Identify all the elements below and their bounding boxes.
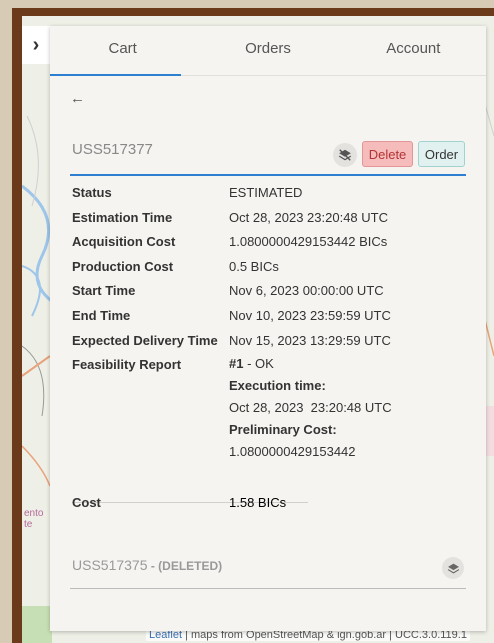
preliminary-cost-label: Preliminary Cost: <box>229 422 337 438</box>
detail-row: Expected Delivery Time Nov 15, 2023 13:2… <box>72 329 468 354</box>
execution-time-label: Execution time: <box>229 378 326 394</box>
toggle-layer-button[interactable] <box>333 143 357 167</box>
preliminary-cost-value: 1.0800000429153442 <box>229 444 356 460</box>
tab-bar: Cart Orders Account <box>50 26 486 76</box>
detail-value: 1.0800000429153442 BICs <box>229 234 388 250</box>
cost-value: 1.58 BICs <box>229 495 287 510</box>
show-layer-button[interactable] <box>442 557 464 579</box>
deleted-item-id: USS517375 - (DELETED) <box>72 557 222 573</box>
item-id: USS517377 <box>72 141 153 158</box>
detail-key: End Time <box>72 307 131 323</box>
layers-icon <box>447 563 459 573</box>
back-button[interactable]: ← <box>70 90 85 107</box>
deleted-tag: - (DELETED) <box>147 559 223 573</box>
cost-label: Cost <box>72 495 101 510</box>
deleted-cart-item[interactable]: USS517375 - (DELETED) <box>70 551 466 589</box>
detail-key: Production Cost <box>72 258 174 274</box>
active-tab-indicator <box>50 74 181 76</box>
panel-collapse-button[interactable]: › <box>22 26 50 64</box>
detail-key: Feasibility Report <box>72 357 182 373</box>
deleted-item-code: USS517375 <box>72 557 148 573</box>
detail-key: Status <box>72 185 112 200</box>
detail-value: Nov 6, 2023 00:00:00 UTC <box>229 283 384 299</box>
tab-orders[interactable]: Orders <box>195 26 340 75</box>
detail-key: Expected Delivery Time <box>72 332 218 348</box>
detail-value: Nov 15, 2023 13:29:59 UTC <box>229 332 391 348</box>
execution-time-value: Oct 28, 2023 23:20:48 UTC <box>229 400 392 416</box>
detail-row: Status ESTIMATED <box>72 181 468 206</box>
detail-value: Nov 10, 2023 23:59:59 UTC <box>229 307 391 323</box>
detail-key: Acquisition Cost <box>72 234 176 250</box>
detail-row: Estimation Time Oct 28, 2023 23:20:48 UT… <box>72 206 468 231</box>
feasibility-report: #1 - OK Execution time: Oct 28, 2023 23:… <box>229 353 468 463</box>
detail-value: Oct 28, 2023 23:20:48 UTC <box>229 209 388 225</box>
tab-account[interactable]: Account <box>341 26 486 75</box>
order-button[interactable]: Order <box>418 141 465 167</box>
back-arrow-icon: ← <box>70 90 85 107</box>
detail-row: Acquisition Cost 1.0800000429153442 BICs <box>72 230 468 255</box>
chevron-right-icon: › <box>32 33 40 56</box>
feasibility-status: #1 - OK <box>229 353 468 375</box>
cost-row: Cost 1.58 BICs <box>72 491 468 515</box>
detail-value: ESTIMATED <box>229 185 303 200</box>
detail-key: Estimation Time <box>72 209 173 225</box>
cart-item-header: USS517377 Delete Order <box>70 138 466 176</box>
feasibility-number: #1 <box>229 356 244 372</box>
feasibility-row: Feasibility Report #1 - OK Execution tim… <box>72 353 468 463</box>
detail-row: Production Cost 0.5 BICs <box>72 255 468 280</box>
detail-row: End Time Nov 10, 2023 23:59:59 UTC <box>72 304 468 329</box>
detail-value: 0.5 BICs <box>229 258 279 274</box>
tab-cart[interactable]: Cart <box>50 26 195 75</box>
layers-off-icon <box>338 149 352 161</box>
delete-button[interactable]: Delete <box>362 141 413 167</box>
detail-key: Start Time <box>72 283 136 299</box>
feasibility-result: - OK <box>243 356 274 372</box>
detail-row: Start Time Nov 6, 2023 00:00:00 UTC <box>72 279 468 304</box>
item-details: Status ESTIMATED Estimation Time Oct 28,… <box>72 181 468 463</box>
cart-panel: Cart Orders Account ← USS517377 Delete O… <box>50 26 486 631</box>
map-place-label: ento te <box>24 508 44 530</box>
